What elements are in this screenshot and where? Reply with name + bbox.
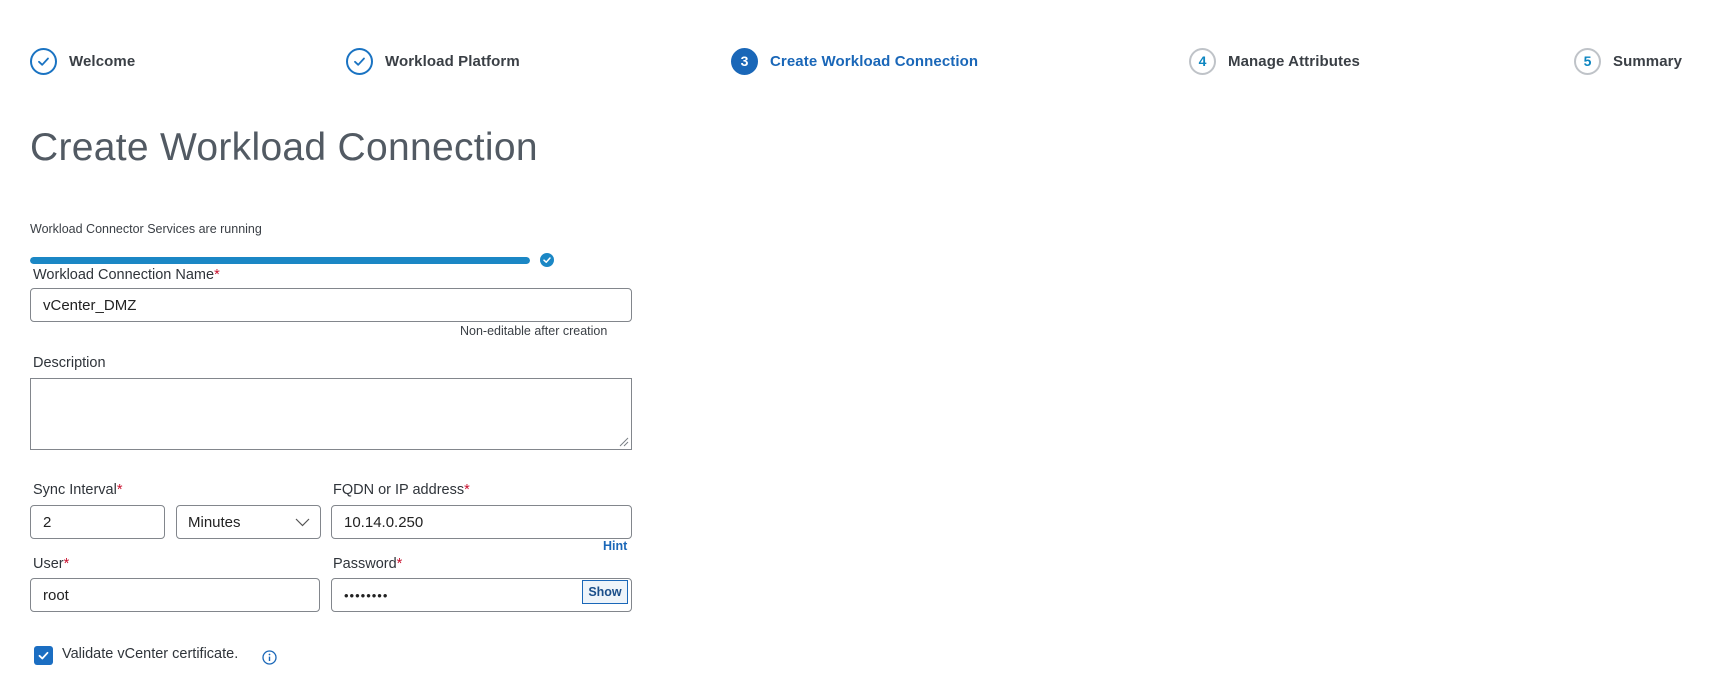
non-editable-note: Non-editable after creation xyxy=(460,324,608,338)
sync-interval-label-text: Sync Interval xyxy=(33,482,117,498)
check-icon xyxy=(346,47,373,75)
resize-handle-icon[interactable] xyxy=(618,436,629,447)
step-label: Manage Attributes xyxy=(1228,52,1360,70)
fqdn-input[interactable] xyxy=(331,505,632,539)
step-label: Create Workload Connection xyxy=(770,52,979,70)
validate-certificate-label: Validate vCenter certificate. xyxy=(62,646,239,662)
connection-name-label: Workload Connection Name* xyxy=(33,267,220,283)
step-number: 5 xyxy=(1574,47,1601,75)
step-summary[interactable]: 5 Summary xyxy=(1574,46,1682,76)
sync-interval-input[interactable] xyxy=(30,505,165,539)
step-label: Welcome xyxy=(69,52,136,70)
description-label: Description xyxy=(33,355,106,371)
sync-interval-unit-select[interactable]: Minutes xyxy=(176,505,321,539)
step-manage-attributes[interactable]: 4 Manage Attributes xyxy=(1189,46,1360,76)
user-label: User* xyxy=(33,556,69,572)
service-status-text: Workload Connector Services are running xyxy=(30,222,262,236)
password-label-text: Password xyxy=(333,556,397,572)
password-label: Password* xyxy=(333,556,402,572)
info-icon[interactable] xyxy=(262,650,277,665)
check-icon xyxy=(30,47,57,75)
checkmark-icon xyxy=(38,651,49,660)
fqdn-hint-link[interactable]: Hint xyxy=(603,539,627,553)
required-mark: * xyxy=(396,556,403,572)
service-progress-bar xyxy=(30,257,530,264)
required-mark: * xyxy=(214,267,220,283)
show-password-button[interactable]: Show xyxy=(582,580,628,604)
user-label-text: User xyxy=(33,556,64,572)
user-input[interactable] xyxy=(30,578,320,612)
step-label: Workload Platform xyxy=(385,52,520,70)
success-check-icon xyxy=(540,253,554,267)
step-workload-platform[interactable]: Workload Platform xyxy=(346,46,520,76)
sync-interval-unit-value: Minutes xyxy=(188,513,241,531)
fqdn-label: FQDN or IP address* xyxy=(333,482,470,498)
fqdn-label-text: FQDN or IP address xyxy=(333,482,465,498)
step-create-workload-connection[interactable]: 3 Create Workload Connection xyxy=(731,46,978,76)
required-mark: * xyxy=(464,482,470,498)
step-number: 4 xyxy=(1189,47,1216,75)
chevron-down-icon xyxy=(295,518,310,526)
required-mark: * xyxy=(63,556,70,572)
step-number: 3 xyxy=(731,47,758,75)
validate-certificate-checkbox[interactable] xyxy=(34,646,53,665)
required-mark: * xyxy=(116,482,123,498)
connection-name-input[interactable] xyxy=(30,288,632,322)
progress-fill xyxy=(30,257,530,264)
sync-interval-label: Sync Interval* xyxy=(33,482,122,498)
page-title: Create Workload Connection xyxy=(30,126,538,169)
description-textarea[interactable] xyxy=(30,378,632,450)
step-label: Summary xyxy=(1613,52,1683,70)
step-welcome[interactable]: Welcome xyxy=(30,46,135,76)
connection-name-label-text: Workload Connection Name xyxy=(33,267,215,283)
